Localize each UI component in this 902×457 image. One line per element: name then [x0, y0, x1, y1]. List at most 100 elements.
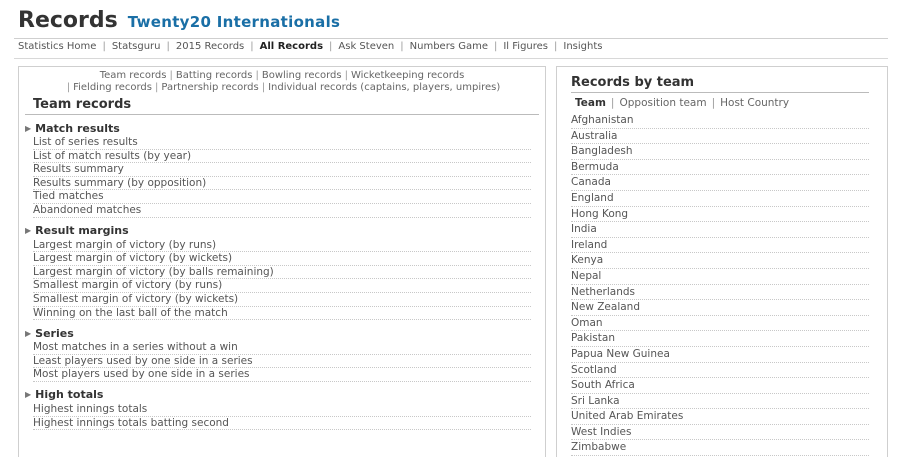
section-match-results: ▶ Match results List of series results List…: [19, 121, 545, 218]
team-link-india[interactable]: India: [571, 223, 597, 235]
nav-separator: |: [166, 41, 170, 52]
topnav-link-all-records[interactable]: All Records: [260, 41, 323, 52]
team-link-ireland[interactable]: Ireland: [571, 239, 607, 251]
subnav-link-individual-records-captains-players-umpires[interactable]: Individual records (captains, players, u…: [268, 82, 500, 93]
record-link-most-matches-in-a-series-without-a-win[interactable]: Most matches in a series without a win: [33, 341, 238, 353]
section-high-totals: ▶ High totals Highest innings totals Highes…: [19, 388, 545, 431]
team-link-canada[interactable]: Canada: [571, 176, 611, 188]
list-item: West Indies: [571, 425, 869, 441]
record-link-most-players-used-by-one-side-in-a-series[interactable]: Most players used by one side in a serie…: [33, 368, 250, 380]
list-item: List of series results: [33, 136, 531, 150]
team-link-bermuda[interactable]: Bermuda: [571, 161, 619, 173]
record-link-highest-innings-totals-batting-second[interactable]: Highest innings totals batting second: [33, 417, 229, 429]
team-link-united-arab-emirates[interactable]: United Arab Emirates: [571, 410, 683, 422]
record-link-list-of-match-results-by-year[interactable]: List of match results (by year): [33, 150, 191, 162]
record-link-largest-margin-of-victory-by-balls-remaining[interactable]: Largest margin of victory (by balls rema…: [33, 266, 274, 278]
team-link-hong-kong[interactable]: Hong Kong: [571, 208, 628, 220]
list-item: Oman: [571, 316, 869, 332]
record-link-smallest-margin-of-victory-by-runs[interactable]: Smallest margin of victory (by runs): [33, 279, 222, 291]
team-link-netherlands[interactable]: Netherlands: [571, 286, 635, 298]
section-title-label: Result margins: [35, 224, 129, 238]
team-link-england[interactable]: England: [571, 192, 614, 204]
record-link-tied-matches[interactable]: Tied matches: [33, 190, 104, 202]
list-item: Abandoned matches: [33, 204, 531, 218]
list-item: Smallest margin of victory (by runs): [33, 279, 531, 293]
records-category-nav: Team records | Batting records | Bowling rec…: [19, 67, 545, 94]
team-link-kenya[interactable]: Kenya: [571, 254, 603, 266]
section-title: ▶ Match results: [19, 121, 545, 135]
title-divider: [14, 38, 888, 39]
team-link-pakistan[interactable]: Pakistan: [571, 332, 615, 344]
team-link-oman[interactable]: Oman: [571, 317, 603, 329]
nav-divider: [14, 58, 888, 59]
section-link-list: Most matches in a series without a win Le…: [19, 341, 545, 382]
topnav-link-2015-records[interactable]: 2015 Records: [176, 41, 244, 52]
topnav-link-numbers-game[interactable]: Numbers Game: [410, 41, 488, 52]
team-link-south-africa[interactable]: South Africa: [571, 379, 635, 391]
team-link-papua-new-guinea[interactable]: Papua New Guinea: [571, 348, 670, 360]
list-item: Scotland: [571, 363, 869, 379]
record-link-least-players-used-by-one-side-in-a-series[interactable]: Least players used by one side in a seri…: [33, 355, 253, 367]
team-link-zimbabwe[interactable]: Zimbabwe: [571, 441, 626, 453]
record-link-abandoned-matches[interactable]: Abandoned matches: [33, 204, 141, 216]
record-link-largest-margin-of-victory-by-wickets[interactable]: Largest margin of victory (by wickets): [33, 252, 232, 264]
records-by-team-panel: Records by team Team | Opposition team | Hos…: [556, 66, 888, 457]
team-link-australia[interactable]: Australia: [571, 130, 617, 142]
team-link-west-indies[interactable]: West Indies: [571, 426, 631, 438]
team-link-bangladesh[interactable]: Bangladesh: [571, 145, 633, 157]
record-link-results-summary-by-opposition[interactable]: Results summary (by opposition): [33, 177, 206, 189]
subnav-link-team-records[interactable]: Team records: [100, 70, 167, 81]
record-link-highest-innings-totals[interactable]: Highest innings totals: [33, 403, 147, 415]
list-item: India: [571, 222, 869, 238]
team-records-panel: Team records | Batting records | Bowling rec…: [18, 66, 546, 457]
record-link-results-summary[interactable]: Results summary: [33, 163, 124, 175]
page-subtitle[interactable]: Twenty20 Internationals: [128, 13, 341, 31]
nav-separator: |: [255, 70, 259, 81]
section-title: ▶ Result margins: [19, 224, 545, 238]
nav-separator: |: [610, 97, 615, 109]
list-item: Largest margin of victory (by wickets): [33, 252, 531, 266]
list-item: Winning on the last ball of the match: [33, 307, 531, 321]
topnav-link-statistics-home[interactable]: Statistics Home: [18, 41, 96, 52]
list-item: Most matches in a series without a win: [33, 341, 531, 355]
list-item: Most players used by one side in a serie…: [33, 368, 531, 382]
team-link-scotland[interactable]: Scotland: [571, 364, 617, 376]
topnav-link-statsguru[interactable]: Statsguru: [112, 41, 161, 52]
team-link-sri-lanka[interactable]: Sri Lanka: [571, 395, 620, 407]
list-item: Sri Lanka: [571, 394, 869, 410]
list-item: Netherlands: [571, 285, 869, 301]
page-header: Records Twenty20 Internationals: [18, 8, 340, 38]
subnav-link-wicketkeeping-records[interactable]: Wicketkeeping records: [351, 70, 464, 81]
nav-separator: |: [554, 41, 558, 52]
record-link-list-of-series-results[interactable]: List of series results: [33, 136, 138, 148]
tab-opposition-team[interactable]: Opposition team: [619, 97, 706, 109]
list-item: Results summary: [33, 163, 531, 177]
subnav-link-bowling-records[interactable]: Bowling records: [262, 70, 342, 81]
team-link-new-zealand[interactable]: New Zealand: [571, 301, 640, 313]
record-link-winning-on-the-last-ball-of-the-match[interactable]: Winning on the last ball of the match: [33, 307, 228, 319]
list-item: Largest margin of victory (by runs): [33, 239, 531, 253]
top-navigation: Statistics Home | Statsguru | 2015 Records | A…: [18, 41, 602, 52]
tab-team[interactable]: Team: [575, 97, 606, 109]
section-link-list: List of series results List of match resu…: [19, 136, 545, 218]
team-link-afghanistan[interactable]: Afghanistan: [571, 114, 634, 126]
topnav-link-insights[interactable]: Insights: [563, 41, 602, 52]
team-link-nepal[interactable]: Nepal: [571, 270, 601, 282]
subnav-row: Team records | Batting records | Bowling rec…: [25, 70, 539, 82]
record-link-smallest-margin-of-victory-by-wickets[interactable]: Smallest margin of victory (by wickets): [33, 293, 238, 305]
subnav-link-batting-records[interactable]: Batting records: [176, 70, 253, 81]
list-item: Hong Kong: [571, 207, 869, 223]
triangle-right-icon: ▶: [25, 390, 32, 400]
topnav-link-il-figures[interactable]: Il Figures: [503, 41, 548, 52]
list-item: Largest margin of victory (by balls rema…: [33, 266, 531, 280]
nav-separator: |: [261, 82, 266, 93]
subnav-link-fielding-records[interactable]: Fielding records: [73, 82, 152, 93]
list-item: Highest innings totals: [33, 403, 531, 417]
list-item: Papua New Guinea: [571, 347, 869, 363]
list-item: England: [571, 191, 869, 207]
record-link-largest-margin-of-victory-by-runs[interactable]: Largest margin of victory (by runs): [33, 239, 216, 251]
subnav-link-partnership-records[interactable]: Partnership records: [161, 82, 258, 93]
tab-host-country[interactable]: Host Country: [720, 97, 789, 109]
topnav-link-ask-steven[interactable]: Ask Steven: [338, 41, 394, 52]
list-item: Pakistan: [571, 331, 869, 347]
